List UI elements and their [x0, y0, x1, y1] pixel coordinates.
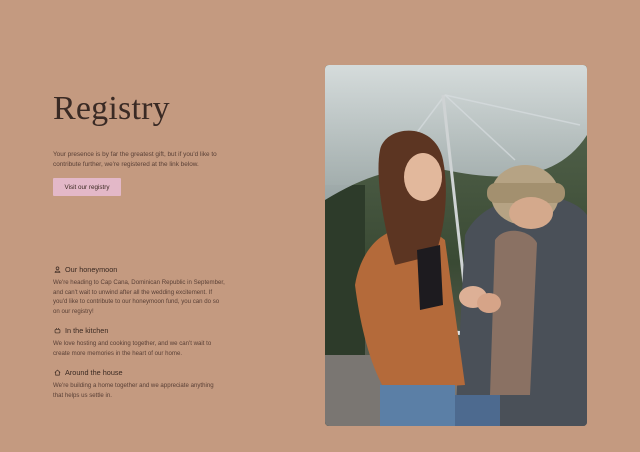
cooking-pot-icon	[53, 327, 61, 335]
section-honeymoon: Our honeymoon We're heading to Cap Cana,…	[53, 264, 233, 316]
couple-photo	[325, 65, 587, 426]
section-body: We love hosting and cooking together, an…	[53, 340, 212, 357]
section-house: Around the house We're building a home t…	[53, 367, 233, 400]
couple-under-umbrella-illustration	[325, 65, 587, 426]
home-icon	[53, 369, 61, 377]
page-title: Registry	[53, 90, 170, 127]
section-title: Around the house	[65, 368, 123, 377]
section-title: In the kitchen	[65, 326, 109, 335]
section-title: Our honeymoon	[65, 265, 118, 274]
section-kitchen: In the kitchen We love hosting and cooki…	[53, 325, 233, 358]
section-body: We're heading to Cap Cana, Dominican Rep…	[53, 279, 225, 315]
honeymoon-icon	[53, 266, 61, 274]
registry-panel: Registry Your presence is by far the gre…	[53, 0, 303, 452]
section-body: We're building a home together and we ap…	[53, 382, 214, 399]
registry-intro: Your presence is by far the greatest gif…	[53, 151, 217, 168]
visit-registry-button[interactable]: Visit our registry	[53, 178, 121, 196]
